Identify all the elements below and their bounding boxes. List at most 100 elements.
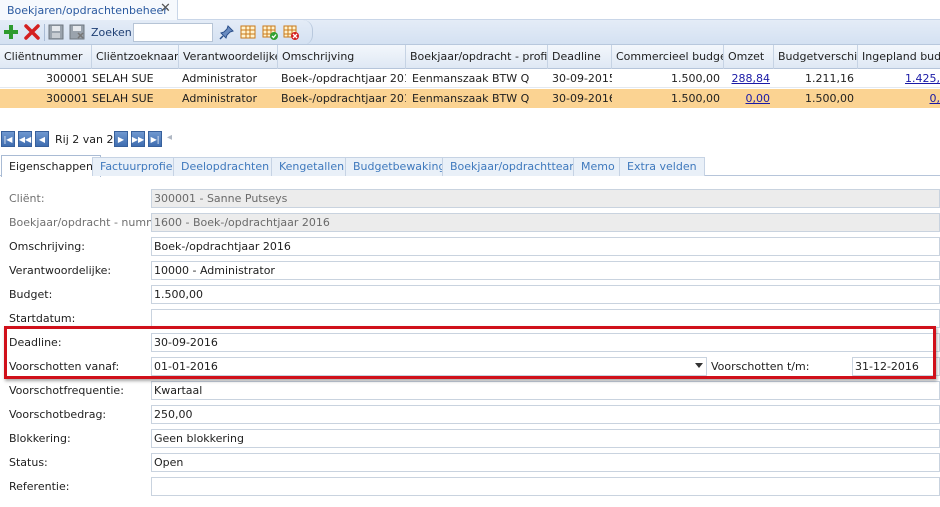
red-x-icon: [24, 24, 40, 40]
client-label: Cliënt:: [9, 192, 45, 205]
tab-factuurprofiel[interactable]: Factuurprofiel: [92, 157, 184, 176]
toolbar: Zoeken:: [0, 20, 940, 45]
cell-profiel: Eenmanszaak BTW Q: [412, 72, 530, 85]
voorschotbedrag-field[interactable]: 250,00: [151, 405, 940, 424]
cell-profiel: Eenmanszaak BTW Q: [412, 92, 530, 105]
column-header-profiel[interactable]: Boekjaar/opdracht - profiel: [406, 45, 548, 69]
voorschotfrequentie-field[interactable]: Kwartaal: [151, 381, 940, 400]
deadline-label: Deadline:: [9, 336, 62, 349]
grid-approve-button[interactable]: [261, 23, 279, 41]
cell-deadline: 30-09-2016: [552, 92, 612, 105]
budget-label: Budget:: [9, 288, 53, 301]
column-header-budgetverschil[interactable]: Budgetverschil: [774, 45, 858, 69]
save-close-icon: [69, 24, 85, 40]
search-label: Zoeken:: [91, 26, 136, 39]
pager-position-text: Rij 2 van 2: [55, 133, 114, 146]
document-tab-boekjaren[interactable]: Boekjaren/opdrachtenbeheer ✕: [0, 0, 178, 20]
nummer-field: 1600 - Boek-/opdrachtjaar 2016: [151, 213, 940, 232]
prev-page-button[interactable]: ◀◀: [18, 131, 32, 147]
tab-boekjaar-opdrachtteam[interactable]: Boekjaar/opdrachtteam: [442, 157, 589, 176]
pin-filter-button[interactable]: [218, 23, 236, 41]
startdatum-field[interactable]: [151, 309, 940, 328]
form-row-voorschotten: Voorschotten vanaf: 01-01-2016 Voorschot…: [0, 355, 940, 379]
cell-omzet-link[interactable]: 0,00: [724, 89, 774, 108]
voorschotfrequentie-label: Voorschotfrequentie:: [9, 384, 124, 397]
column-header-omschrijving[interactable]: Omschrijving: [278, 45, 406, 69]
close-tab-icon[interactable]: ✕: [160, 1, 171, 16]
blokkering-label: Blokkering:: [9, 432, 71, 445]
omschrijving-label: Omschrijving:: [9, 240, 85, 253]
table-row[interactable]: 300001 SELAH SUE Administrator Boek-/opd…: [0, 69, 940, 88]
voorschotten-vanaf-label: Voorschotten vanaf:: [9, 360, 120, 373]
voorschotten-tm-label: Voorschotten t/m:: [711, 360, 810, 373]
grid-layout-button[interactable]: [239, 23, 257, 41]
cell-ingepland-link[interactable]: 0,: [858, 89, 940, 108]
add-button[interactable]: [2, 23, 20, 41]
form-row-deadline: Deadline: 30-09-2016: [0, 331, 940, 355]
referentie-field[interactable]: [151, 477, 940, 496]
form-row-blokkering: Blokkering: Geen blokkering: [0, 427, 940, 451]
chevron-left-icon: ◂: [167, 132, 173, 143]
next-record-button[interactable]: ▶: [114, 131, 128, 147]
cell-commercieel-budget: 1.500,00: [671, 92, 720, 105]
last-record-button[interactable]: ▶|: [148, 131, 162, 147]
tab-deelopdrachten[interactable]: Deelopdrachten: [173, 157, 278, 176]
budget-field[interactable]: 1.500,00: [151, 285, 940, 304]
grid-delete-button[interactable]: [282, 23, 300, 41]
column-header-clientzoeknaam[interactable]: Cliëntzoeknaam: [92, 45, 179, 69]
form-row-bedrag: Voorschotbedrag: 250,00: [0, 403, 940, 427]
cell-budgetverschil: 1.500,00: [805, 92, 854, 105]
voorschotten-vanaf-dropdown[interactable]: 01-01-2016: [151, 357, 707, 376]
form-row-omschrijving: Omschrijving: Boek-/opdrachtjaar 2016: [0, 235, 940, 259]
cell-ingepland-link[interactable]: 1.425,: [858, 69, 940, 88]
form-row-startdatum: Startdatum:: [0, 307, 940, 331]
cell-clientzoeknaam: SELAH SUE: [92, 72, 154, 85]
column-header-verantwoordelijke[interactable]: Verantwoordelijke: [179, 45, 278, 69]
startdatum-label: Startdatum:: [9, 312, 76, 325]
omschrijving-field[interactable]: Boek-/opdrachtjaar 2016: [151, 237, 940, 256]
next-page-button[interactable]: ▶▶: [131, 131, 145, 147]
voorschotbedrag-label: Voorschotbedrag:: [9, 408, 107, 421]
tab-extra-velden[interactable]: Extra velden: [619, 157, 705, 176]
verantwoordelijke-field[interactable]: 10000 - Administrator: [151, 261, 940, 280]
column-header-deadline[interactable]: Deadline: [548, 45, 612, 69]
cell-clientnummer: 300001: [46, 72, 88, 85]
form-row-referentie: Referentie:: [0, 475, 940, 499]
cell-clientzoeknaam: SELAH SUE: [92, 92, 154, 105]
tab-kengetallen[interactable]: Kengetallen: [271, 157, 353, 176]
form-row-client: Cliënt: 300001 - Sanne Putseys: [0, 187, 940, 211]
voorschotten-tm-field[interactable]: 31-12-2016: [852, 357, 940, 376]
prev-record-button[interactable]: ◀: [35, 131, 49, 147]
search-input[interactable]: [133, 23, 213, 42]
pin-icon: [219, 25, 234, 40]
cell-omzet-link[interactable]: 288,84: [724, 69, 774, 88]
column-header-commercieel-budget[interactable]: Commercieel budget: [612, 45, 724, 69]
blokkering-field[interactable]: Geen blokkering: [151, 429, 940, 448]
cell-omschrijving: Boek-/opdrachtjaar 2015: [281, 72, 406, 85]
detail-tabstrip: Eigenschappen Factuurprofiel Deelopdrach…: [0, 155, 940, 177]
document-tab-title: Boekjaren/opdrachtenbeheer: [7, 3, 168, 17]
cell-clientnummer: 300001: [46, 92, 88, 105]
plus-icon: [4, 25, 18, 39]
deadline-field[interactable]: 30-09-2016: [151, 333, 940, 352]
form-row-verantwoordelijke: Verantwoordelijke: 10000 - Administrator: [0, 259, 940, 283]
status-field[interactable]: Open: [151, 453, 940, 472]
save-disk-icon: [48, 24, 64, 40]
cell-verantwoordelijke: Administrator: [182, 92, 257, 105]
tab-eigenschappen[interactable]: Eigenschappen: [1, 155, 101, 177]
table-row-selected[interactable]: 300001 SELAH SUE Administrator Boek-/opd…: [0, 89, 940, 108]
first-record-button[interactable]: |◀: [1, 131, 15, 147]
cell-verantwoordelijke: Administrator: [182, 72, 257, 85]
form-row-status: Status: Open: [0, 451, 940, 475]
grid-remove-icon: [283, 25, 299, 40]
column-header-omzet[interactable]: Omzet: [724, 45, 774, 69]
tab-budgetbewaking[interactable]: Budgetbewaking: [345, 157, 454, 176]
chevron-down-icon[interactable]: [695, 363, 703, 368]
save-close-button[interactable]: [68, 23, 86, 41]
save-button[interactable]: [47, 23, 65, 41]
column-header-ingepland-budget[interactable]: Ingepland budg: [858, 45, 940, 69]
delete-button[interactable]: [23, 23, 41, 41]
voorschotten-vanaf-value: 01-01-2016: [154, 360, 218, 373]
tab-memo[interactable]: Memo: [573, 157, 623, 176]
column-header-clientnummer[interactable]: Cliëntnummer: [0, 45, 92, 69]
